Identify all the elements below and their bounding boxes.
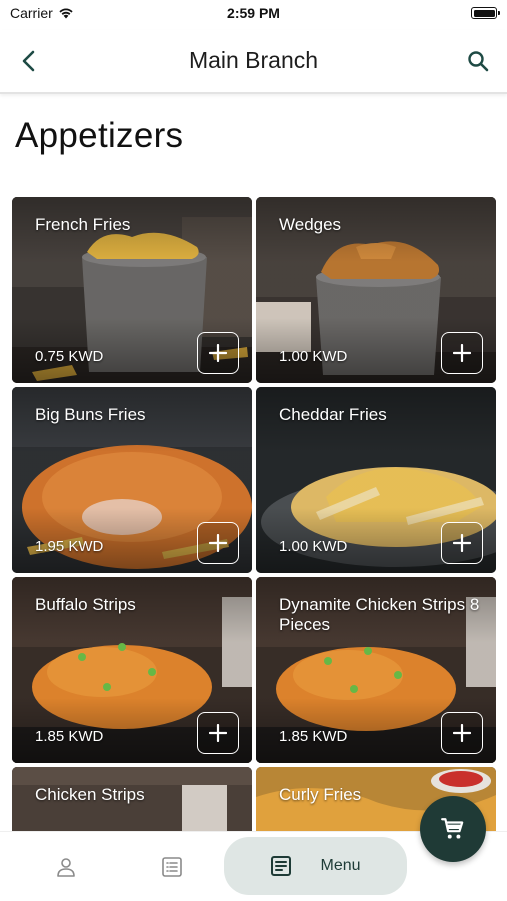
product-name: Dynamite Chicken Strips 8 Pieces — [279, 595, 480, 634]
plus-icon — [453, 534, 471, 552]
search-button[interactable] — [461, 44, 495, 78]
cart-button[interactable] — [420, 796, 486, 862]
clock: 2:59 PM — [227, 5, 280, 21]
add-to-cart-button[interactable] — [197, 332, 239, 374]
user-icon — [57, 858, 75, 877]
product-name: French Fries — [35, 215, 131, 234]
product-price: 0.75 KWD — [35, 348, 104, 365]
add-to-cart-button[interactable] — [197, 522, 239, 564]
product-card[interactable]: Dynamite Chicken Strips 8 Pieces 1.85 KW… — [256, 577, 496, 763]
product-price: 1.95 KWD — [35, 538, 104, 555]
plus-icon — [453, 724, 471, 742]
status-bar: Carrier 2:59 PM — [0, 0, 507, 28]
list-icon — [162, 857, 182, 877]
product-card[interactable]: Chicken Strips — [12, 767, 252, 831]
product-card[interactable]: Big Buns Fries 1.95 KWD — [12, 387, 252, 573]
product-name: Wedges — [279, 215, 342, 234]
product-name: Cheddar Fries — [279, 405, 387, 424]
product-price: 1.85 KWD — [35, 728, 104, 745]
product-price: 1.00 KWD — [279, 348, 348, 365]
product-name: Big Buns Fries — [35, 405, 146, 424]
product-card[interactable]: Cheddar Fries 1.00 KWD — [256, 387, 496, 573]
add-to-cart-button[interactable] — [441, 712, 483, 754]
add-to-cart-button[interactable] — [441, 522, 483, 564]
section-heading: Appetizers — [15, 116, 184, 155]
plus-icon — [209, 344, 227, 362]
add-to-cart-button[interactable] — [197, 712, 239, 754]
cart-icon — [441, 818, 464, 839]
tab-profile[interactable] — [42, 842, 90, 892]
product-card[interactable]: Buffalo Strips 1.85 KWD — [12, 577, 252, 763]
tab-menu-label: Menu — [320, 857, 361, 874]
plus-icon — [209, 724, 227, 742]
product-name: Buffalo Strips — [35, 595, 136, 614]
tab-menu[interactable]: Menu — [224, 837, 407, 895]
product-price: 1.85 KWD — [279, 728, 348, 745]
nav-bar: Main Branch — [0, 30, 507, 94]
plus-icon — [209, 534, 227, 552]
battery-icon — [471, 7, 500, 19]
page-title: Main Branch — [188, 47, 319, 73]
add-to-cart-button[interactable] — [441, 332, 483, 374]
plus-icon — [453, 344, 471, 362]
product-price: 1.00 KWD — [279, 538, 348, 555]
search-icon — [468, 51, 489, 72]
product-name: Chicken Strips — [35, 785, 145, 804]
product-card[interactable]: French Fries 0.75 KWD — [12, 197, 252, 383]
tab-orders[interactable] — [148, 842, 196, 892]
product-card[interactable]: Wedges 1.00 KWD — [256, 197, 496, 383]
menu-document-icon — [271, 856, 292, 876]
